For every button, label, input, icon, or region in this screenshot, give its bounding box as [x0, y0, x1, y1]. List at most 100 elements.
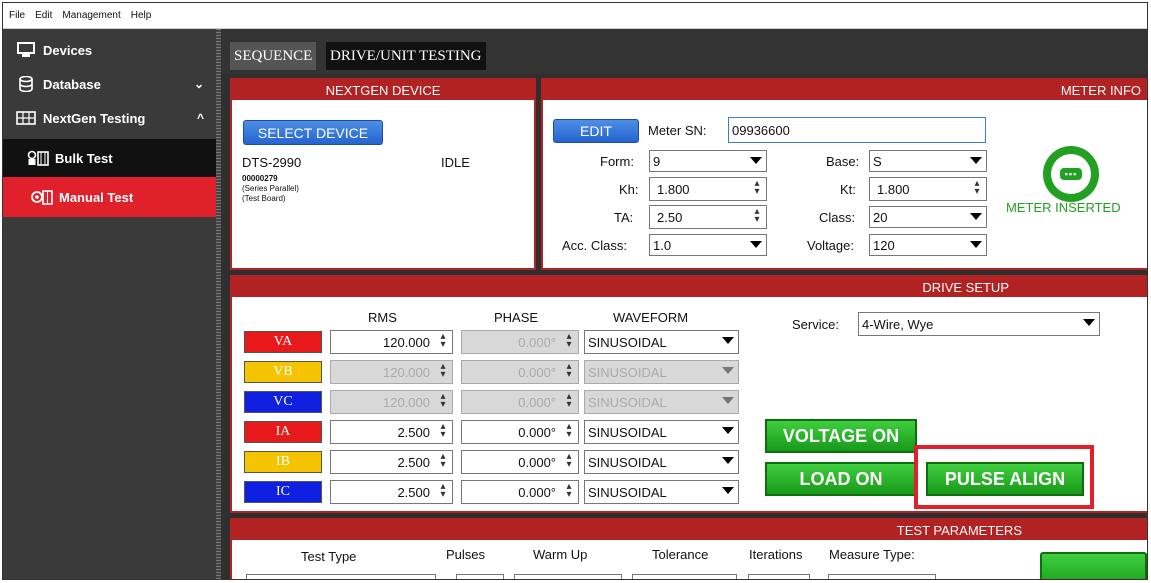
- chevron-down-icon: [970, 241, 982, 248]
- va-phase-spinner[interactable]: 0.000° ▴ ▾: [461, 330, 579, 354]
- spinner-arrows-icon[interactable]: ▴ ▾: [751, 207, 763, 225]
- vb-rms-spinner[interactable]: 120.000 ▴ ▾: [330, 360, 453, 384]
- meter-sn-input[interactable]: 09936600: [728, 117, 986, 143]
- menu-file[interactable]: File: [9, 10, 25, 21]
- spinner-arrows-icon[interactable]: ▴ ▾: [971, 179, 983, 197]
- spinner-arrows-icon[interactable]: ▴ ▾: [563, 422, 575, 440]
- spinner-arrows-icon[interactable]: ▴ ▾: [563, 482, 575, 500]
- menu-management[interactable]: Management: [62, 10, 120, 21]
- spinner-arrows-icon[interactable]: ▴ ▾: [751, 179, 763, 197]
- drive-setup-panel: DRIVE SETUP RMS PHASE WAVEFORM VA 120.00…: [230, 275, 1147, 513]
- meter-inserted-icon: ▪▪▪: [1043, 146, 1099, 202]
- acc-class-label: Acc. Class:: [562, 238, 628, 253]
- spinner-arrows-icon[interactable]: ▴ ▾: [563, 452, 575, 470]
- voltage-dropdown[interactable]: 120: [869, 234, 987, 256]
- ia-rms-spinner[interactable]: 2.500 ▴ ▾: [330, 420, 453, 444]
- spinner-arrows-icon[interactable]: ▴ ▾: [437, 482, 449, 500]
- tab-sequence[interactable]: SEQUENCE: [230, 42, 317, 70]
- form-dropdown[interactable]: 9: [649, 150, 767, 172]
- service-dropdown[interactable]: 4-Wire, Wye: [858, 312, 1100, 336]
- sidebar-item-nextgen-testing[interactable]: NextGen Testing ^: [3, 105, 216, 131]
- class-dropdown[interactable]: 20: [869, 206, 987, 228]
- tolerance-header: Tolerance: [652, 547, 709, 562]
- measure-type-dropdown[interactable]: [828, 574, 936, 579]
- ib-phase-spinner[interactable]: 0.000° ▴ ▾: [461, 450, 579, 474]
- ib-waveform-dropdown[interactable]: SINUSOIDAL: [584, 450, 739, 474]
- vc-rms-spinner[interactable]: 120.000 ▴ ▾: [330, 390, 453, 414]
- panel-title: DRIVE SETUP: [232, 277, 1147, 297]
- spinner-arrows-icon: ▴ ▾: [440, 361, 446, 380]
- channel-vc-label: VC: [244, 391, 322, 413]
- sidebar-item-database[interactable]: Database ⌄: [3, 71, 216, 97]
- ia-phase-spinner[interactable]: 0.000° ▴ ▾: [461, 420, 579, 444]
- sidebar-item-devices[interactable]: Devices: [3, 37, 216, 63]
- menu-help[interactable]: Help: [131, 10, 152, 21]
- iterations-spinner[interactable]: [748, 574, 810, 579]
- ic-rms-spinner[interactable]: 2.500 ▴ ▾: [330, 480, 453, 504]
- spinner-arrows-icon: ▴ ▾: [566, 391, 572, 410]
- spinner-arrows-icon: ▴ ▾: [440, 391, 446, 410]
- sidebar-item-label: NextGen Testing: [43, 110, 146, 126]
- sidebar-item-label: Manual Test: [59, 189, 134, 205]
- va-waveform-dropdown[interactable]: SINUSOIDAL: [584, 330, 739, 354]
- vb-phase-spinner[interactable]: 0.000° ▴ ▾: [461, 360, 579, 384]
- ib-rms-spinner[interactable]: 2.500 ▴ ▾: [330, 450, 453, 474]
- ta-spinner[interactable]: 2.50 ▴ ▾: [649, 205, 767, 229]
- sidebar-item-label: Devices: [43, 42, 93, 58]
- load-on-button[interactable]: LOAD ON: [765, 462, 917, 496]
- base-dropdown[interactable]: S: [869, 150, 987, 172]
- kh-spinner[interactable]: 1.800 ▴ ▾: [649, 177, 767, 201]
- start-test-button[interactable]: [1040, 552, 1147, 579]
- vb-waveform-dropdown[interactable]: SINUSOIDAL: [584, 360, 739, 384]
- testing-icon: [15, 110, 37, 126]
- vc-phase-spinner[interactable]: 0.000° ▴ ▾: [461, 390, 579, 414]
- chevron-down-icon: [722, 367, 734, 374]
- test-type-dropdown[interactable]: [246, 574, 436, 579]
- chevron-down-icon: [722, 427, 734, 434]
- acc-class-dropdown[interactable]: 1.0: [649, 234, 767, 256]
- sidebar-item-manual-test[interactable]: Manual Test: [3, 177, 216, 217]
- channel-ia-label: IA: [244, 421, 322, 443]
- panel-title: NEXTGEN DEVICE: [232, 80, 534, 100]
- spinner-arrows-icon[interactable]: ▴ ▾: [437, 422, 449, 440]
- pulses-spinner[interactable]: [456, 574, 504, 579]
- va-rms-spinner[interactable]: 120.000 ▴ ▾: [330, 330, 453, 354]
- warm-up-header: Warm Up: [533, 547, 588, 562]
- select-device-button[interactable]: SELECT DEVICE: [243, 120, 383, 145]
- sidebar-item-label: Database: [43, 76, 101, 92]
- chevron-down-icon: [750, 157, 762, 164]
- app-window: File Edit Management Help Devices Databa…: [2, 2, 1148, 580]
- vc-waveform-dropdown[interactable]: SINUSOIDAL: [584, 390, 739, 414]
- meter-info-panel: METER INFO EDIT Meter SN: 09936600 Form:…: [541, 78, 1147, 270]
- voltage-on-button[interactable]: VOLTAGE ON: [765, 419, 917, 453]
- rms-header: RMS: [368, 310, 397, 325]
- ia-waveform-dropdown[interactable]: SINUSOIDAL: [584, 420, 739, 444]
- voltage-label: Voltage:: [807, 238, 854, 253]
- edit-button[interactable]: EDIT: [553, 119, 639, 143]
- ic-phase-spinner[interactable]: 0.000° ▴ ▾: [461, 480, 579, 504]
- channel-va-label: VA: [244, 331, 322, 353]
- warm-up-spinner[interactable]: [514, 574, 622, 579]
- chevron-up-icon: ^: [196, 111, 204, 125]
- channel-ib-label: IB: [244, 451, 322, 473]
- kt-spinner[interactable]: 1.800 ▴ ▾: [869, 177, 987, 201]
- chevron-down-icon: [970, 213, 982, 220]
- measure-type-header: Measure Type:: [829, 547, 915, 562]
- kh-label: Kh:: [619, 182, 639, 197]
- channel-ic-label: IC: [244, 481, 322, 503]
- form-label: Form:: [600, 154, 634, 169]
- spinner-arrows-icon[interactable]: ▴ ▾: [437, 452, 449, 470]
- ic-waveform-dropdown[interactable]: SINUSOIDAL: [584, 480, 739, 504]
- sidebar-item-bulk-test[interactable]: Bulk Test: [3, 139, 216, 177]
- menu-edit[interactable]: Edit: [35, 10, 52, 21]
- tolerance-spinner[interactable]: [632, 574, 737, 579]
- spinner-arrows-icon[interactable]: ▴ ▾: [437, 332, 449, 350]
- tab-bar: SEQUENCE DRIVE/UNIT TESTING: [221, 29, 1147, 74]
- ta-label: TA:: [614, 210, 634, 225]
- device-status: IDLE: [441, 155, 470, 170]
- pulses-header: Pulses: [446, 547, 486, 562]
- pulse-align-button[interactable]: PULSE ALIGN: [926, 462, 1084, 496]
- tab-drive-unit-testing[interactable]: DRIVE/UNIT TESTING: [326, 42, 486, 70]
- menu-bar: File Edit Management Help: [3, 3, 1147, 29]
- nextgen-device-panel: NEXTGEN DEVICE SELECT DEVICE DTS-2990 ID…: [230, 78, 536, 270]
